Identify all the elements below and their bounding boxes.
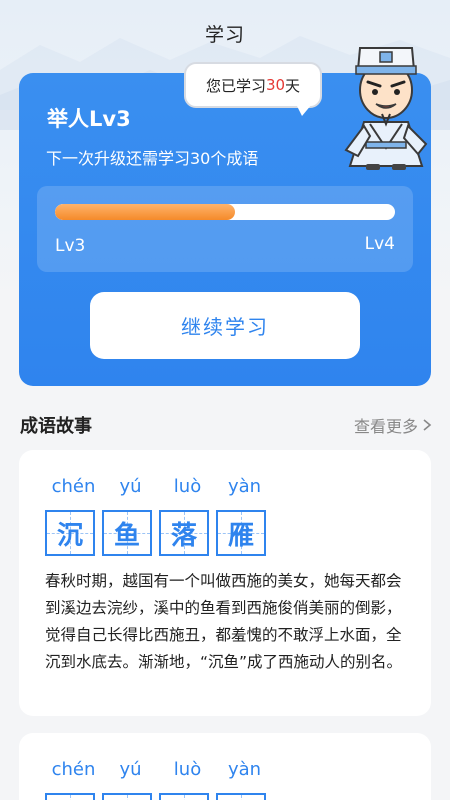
idiom-char-box: 雁 <box>216 793 266 800</box>
progress-panel: Lv3 Lv4 <box>37 186 413 272</box>
idiom-char-box: 雁 <box>216 510 266 556</box>
idiom-story-card[interactable]: chén yú luò yàn 沉 鱼 落 雁 春秋时期，越国有一个叫做西施的美… <box>19 450 431 716</box>
pinyin: chén <box>51 759 96 780</box>
idiom-story-card[interactable]: chén yú luò yàn 沉 鱼 落 雁 <box>19 733 431 800</box>
study-days-count: 30 <box>265 76 286 94</box>
pinyin: luò <box>173 476 202 497</box>
section-title: 成语故事 <box>20 416 92 437</box>
scholar-mascot-icon <box>344 47 428 170</box>
idiom-char: 鱼 <box>113 520 140 551</box>
idiom-characters: 沉 鱼 落 雁 <box>45 793 266 800</box>
next-level-label: Lv4 <box>364 234 395 254</box>
pinyin: yàn <box>227 759 262 780</box>
current-level-label: Lv3 <box>55 236 86 256</box>
level-subtitle: 下一次升级还需学习30个成语 <box>46 149 259 168</box>
idiom-char-box: 落 <box>159 510 209 556</box>
pinyin: chén <box>51 476 96 497</box>
pinyin: yú <box>119 476 142 497</box>
idiom-char: 落 <box>170 520 197 551</box>
pinyin: yú <box>119 759 142 780</box>
idiom-char-box: 沉 <box>45 510 95 556</box>
idiom-characters: 沉 鱼 落 雁 <box>45 510 266 556</box>
idiom-char-box: 鱼 <box>102 793 152 800</box>
idiom-char-box: 落 <box>159 793 209 800</box>
idiom-char: 沉 <box>56 520 83 551</box>
see-more-label: 查看更多 <box>353 417 418 436</box>
pinyin: luò <box>173 759 202 780</box>
pinyin-row: chén yú luò yàn <box>45 476 273 497</box>
study-days-bubble: 您已学习 30 天 <box>184 62 322 108</box>
idiom-char-box: 沉 <box>45 793 95 800</box>
bubble-suffix: 天 <box>285 76 301 95</box>
continue-learning-button[interactable]: 继续学习 <box>90 292 360 359</box>
idiom-char: 雁 <box>227 520 254 551</box>
progress-fill <box>55 204 236 220</box>
level-title: 举人Lv3 <box>47 107 131 131</box>
chevron-right-icon <box>423 419 432 431</box>
idiom-story-text: 春秋时期，越国有一个叫做西施的美女，她每天都会到溪边去浣纱，溪中的鱼看到西施俊俏… <box>45 572 403 671</box>
pinyin: yàn <box>227 476 262 497</box>
pinyin-row: chén yú luò yàn <box>45 759 273 780</box>
bubble-prefix: 您已学习 <box>205 76 266 95</box>
see-more-link[interactable]: 查看更多 <box>354 413 432 437</box>
bubble-tail <box>296 104 312 116</box>
progress-track <box>55 204 395 220</box>
idiom-char-box: 鱼 <box>102 510 152 556</box>
